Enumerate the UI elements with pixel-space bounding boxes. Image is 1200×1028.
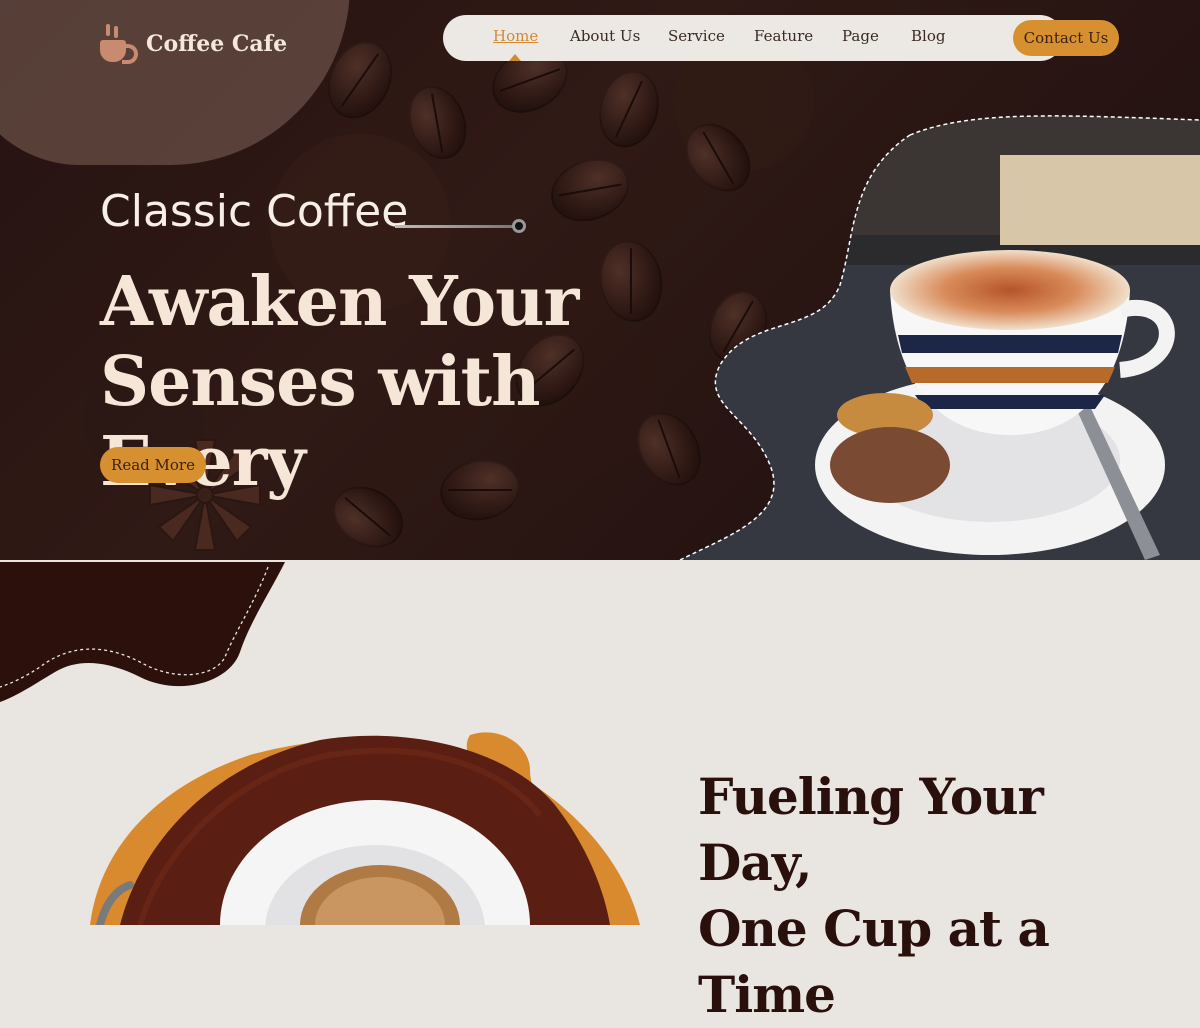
- hero-kicker: Classic Coffee: [100, 186, 409, 237]
- brand-logo[interactable]: Coffee Cafe: [98, 24, 287, 64]
- section-headline-line: One Cup at a Time: [698, 899, 1050, 1024]
- nav-item-service[interactable]: Service: [668, 27, 725, 45]
- nav-item-about-us[interactable]: About Us: [570, 27, 640, 45]
- nav-item-blog[interactable]: Blog: [911, 27, 945, 45]
- coffee-cup-topview-image: [90, 732, 640, 925]
- brand-name: Coffee Cafe: [146, 31, 288, 57]
- decorative-blob: [0, 562, 285, 702]
- nav-item-home[interactable]: Home: [493, 27, 538, 45]
- main-nav: Home About Us Service Feature Page Blog: [443, 15, 1063, 61]
- section-headline: Fueling Your Day, One Cup at a Time: [698, 764, 1168, 1028]
- contact-us-button[interactable]: Contact Us: [1013, 20, 1119, 56]
- hero-coffee-image: [679, 115, 1200, 560]
- active-indicator-icon: [509, 54, 521, 61]
- nav-item-page[interactable]: Page: [842, 27, 879, 45]
- nav-item-feature[interactable]: Feature: [754, 27, 813, 45]
- section-headline-line: Fueling Your Day,: [698, 767, 1044, 892]
- read-more-button[interactable]: Read More: [100, 447, 206, 483]
- coffee-cup-icon: [98, 24, 138, 64]
- divider: [395, 225, 515, 228]
- divider-dot-icon: [512, 219, 526, 233]
- hero-headline-line: Awaken Your: [100, 262, 579, 342]
